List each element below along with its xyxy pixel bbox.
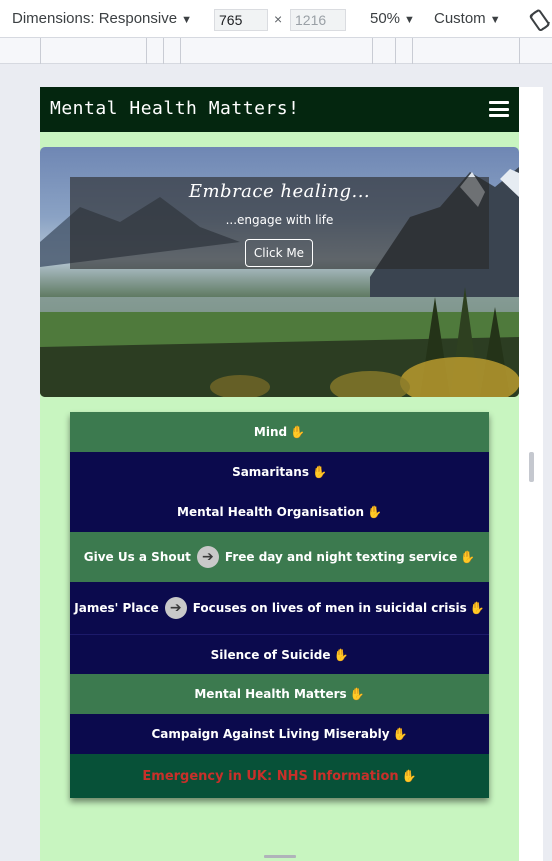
hand-icon: ✋ — [366, 505, 382, 519]
height-input[interactable]: 1216 — [290, 9, 346, 31]
hand-icon: ✋ — [349, 687, 365, 701]
link-label: Give Us a Shout — [83, 550, 191, 564]
ruler-mark — [180, 38, 181, 64]
link-label: Campaign Against Living Miserably — [151, 727, 390, 741]
hand-icon: ✋ — [401, 769, 417, 783]
ruler-mark — [412, 38, 413, 64]
link-silence-of-suicide[interactable]: Silence of Suicide ✋ — [70, 634, 489, 674]
link-label: Silence of Suicide — [210, 647, 331, 662]
link-mental-health-organisation[interactable]: Mental Health Organisation ✋ — [70, 492, 489, 532]
hand-icon: ✋ — [392, 727, 408, 741]
link-mental-health-matters[interactable]: Mental Health Matters ✋ — [70, 674, 489, 714]
times-symbol: × — [274, 11, 283, 27]
link-detail: Free day and night texting service — [224, 550, 458, 564]
rotate-icon[interactable] — [528, 8, 552, 32]
link-nhs-emergency[interactable]: Emergency in UK: NHS Information ✋ — [70, 754, 489, 798]
hero-banner: Embrace healing... ...engage with life C… — [40, 147, 519, 397]
throttle-dropdown[interactable]: Custom ▼ — [434, 10, 501, 27]
dimensions-dropdown[interactable]: Dimensions: Responsive ▼ — [12, 10, 192, 27]
devtools-toolbar: Dimensions: Responsive ▼ 765 × 1216 50% ▼ … — [0, 0, 552, 38]
support-links-list: Mind ✋ Samaritans ✋ Mental Health Organisa… — [70, 412, 489, 798]
link-label: Mental Health Organisation — [177, 505, 364, 519]
link-james-place[interactable]: James' Place ➔ Focuses on lives of men i… — [70, 582, 489, 634]
media-query-ruler — [0, 38, 552, 64]
hand-icon: ✋ — [469, 601, 485, 615]
hand-icon: ✋ — [290, 425, 306, 439]
site-navbar: Mental Health Matters! — [40, 87, 519, 132]
zoom-label: 50% — [370, 10, 401, 27]
click-me-button[interactable]: Click Me — [245, 239, 313, 267]
link-label: Mind — [253, 425, 288, 439]
link-label: Samaritans — [232, 465, 309, 479]
hero-subtitle: ...engage with life — [225, 213, 334, 227]
hero-title: Embrace healing... — [188, 181, 371, 202]
link-mind[interactable]: Mind ✋ — [70, 412, 489, 452]
zoom-dropdown[interactable]: 50% ▼ — [370, 10, 415, 27]
chevron-down-icon: ▼ — [404, 14, 415, 26]
ruler-mark — [146, 38, 147, 64]
viewport-resize-handle[interactable] — [529, 452, 534, 482]
link-label: Mental Health Matters — [194, 687, 347, 701]
ruler-mark — [395, 38, 396, 64]
link-give-us-a-shout[interactable]: Give Us a Shout ➔ Free day and night tex… — [70, 532, 489, 582]
hand-icon: ✋ — [311, 465, 327, 479]
link-label: Emergency in UK: NHS Information — [142, 768, 399, 784]
hero-caption-box: Embrace healing... ...engage with life C… — [70, 177, 489, 269]
arrow-right-icon: ➔ — [164, 597, 187, 619]
hamburger-menu-icon[interactable] — [489, 101, 509, 117]
ruler-mark — [372, 38, 373, 64]
ruler-mark — [40, 38, 41, 64]
link-calm[interactable]: Campaign Against Living Miserably ✋ — [70, 714, 489, 754]
arrow-right-icon: ➔ — [196, 546, 219, 568]
link-label: James' Place — [74, 601, 159, 615]
bottom-resize-handle[interactable] — [264, 855, 296, 858]
hand-icon: ✋ — [333, 647, 349, 662]
chevron-down-icon: ▼ — [489, 14, 501, 26]
hand-icon: ✋ — [460, 550, 476, 564]
dimensions-label: Dimensions: Responsive — [12, 10, 178, 27]
link-samaritans[interactable]: Samaritans ✋ — [70, 452, 489, 492]
ruler-mark — [163, 38, 164, 64]
ruler-mark — [519, 38, 520, 64]
site-brand[interactable]: Mental Health Matters! — [50, 98, 299, 119]
throttle-label: Custom — [434, 10, 486, 27]
device-viewport: Mental Health Matters! Embrace healing..… — [40, 87, 519, 861]
chevron-down-icon: ▼ — [181, 14, 192, 26]
link-detail: Focuses on lives of men in suicidal cris… — [192, 601, 467, 615]
width-input[interactable]: 765 — [214, 9, 268, 31]
